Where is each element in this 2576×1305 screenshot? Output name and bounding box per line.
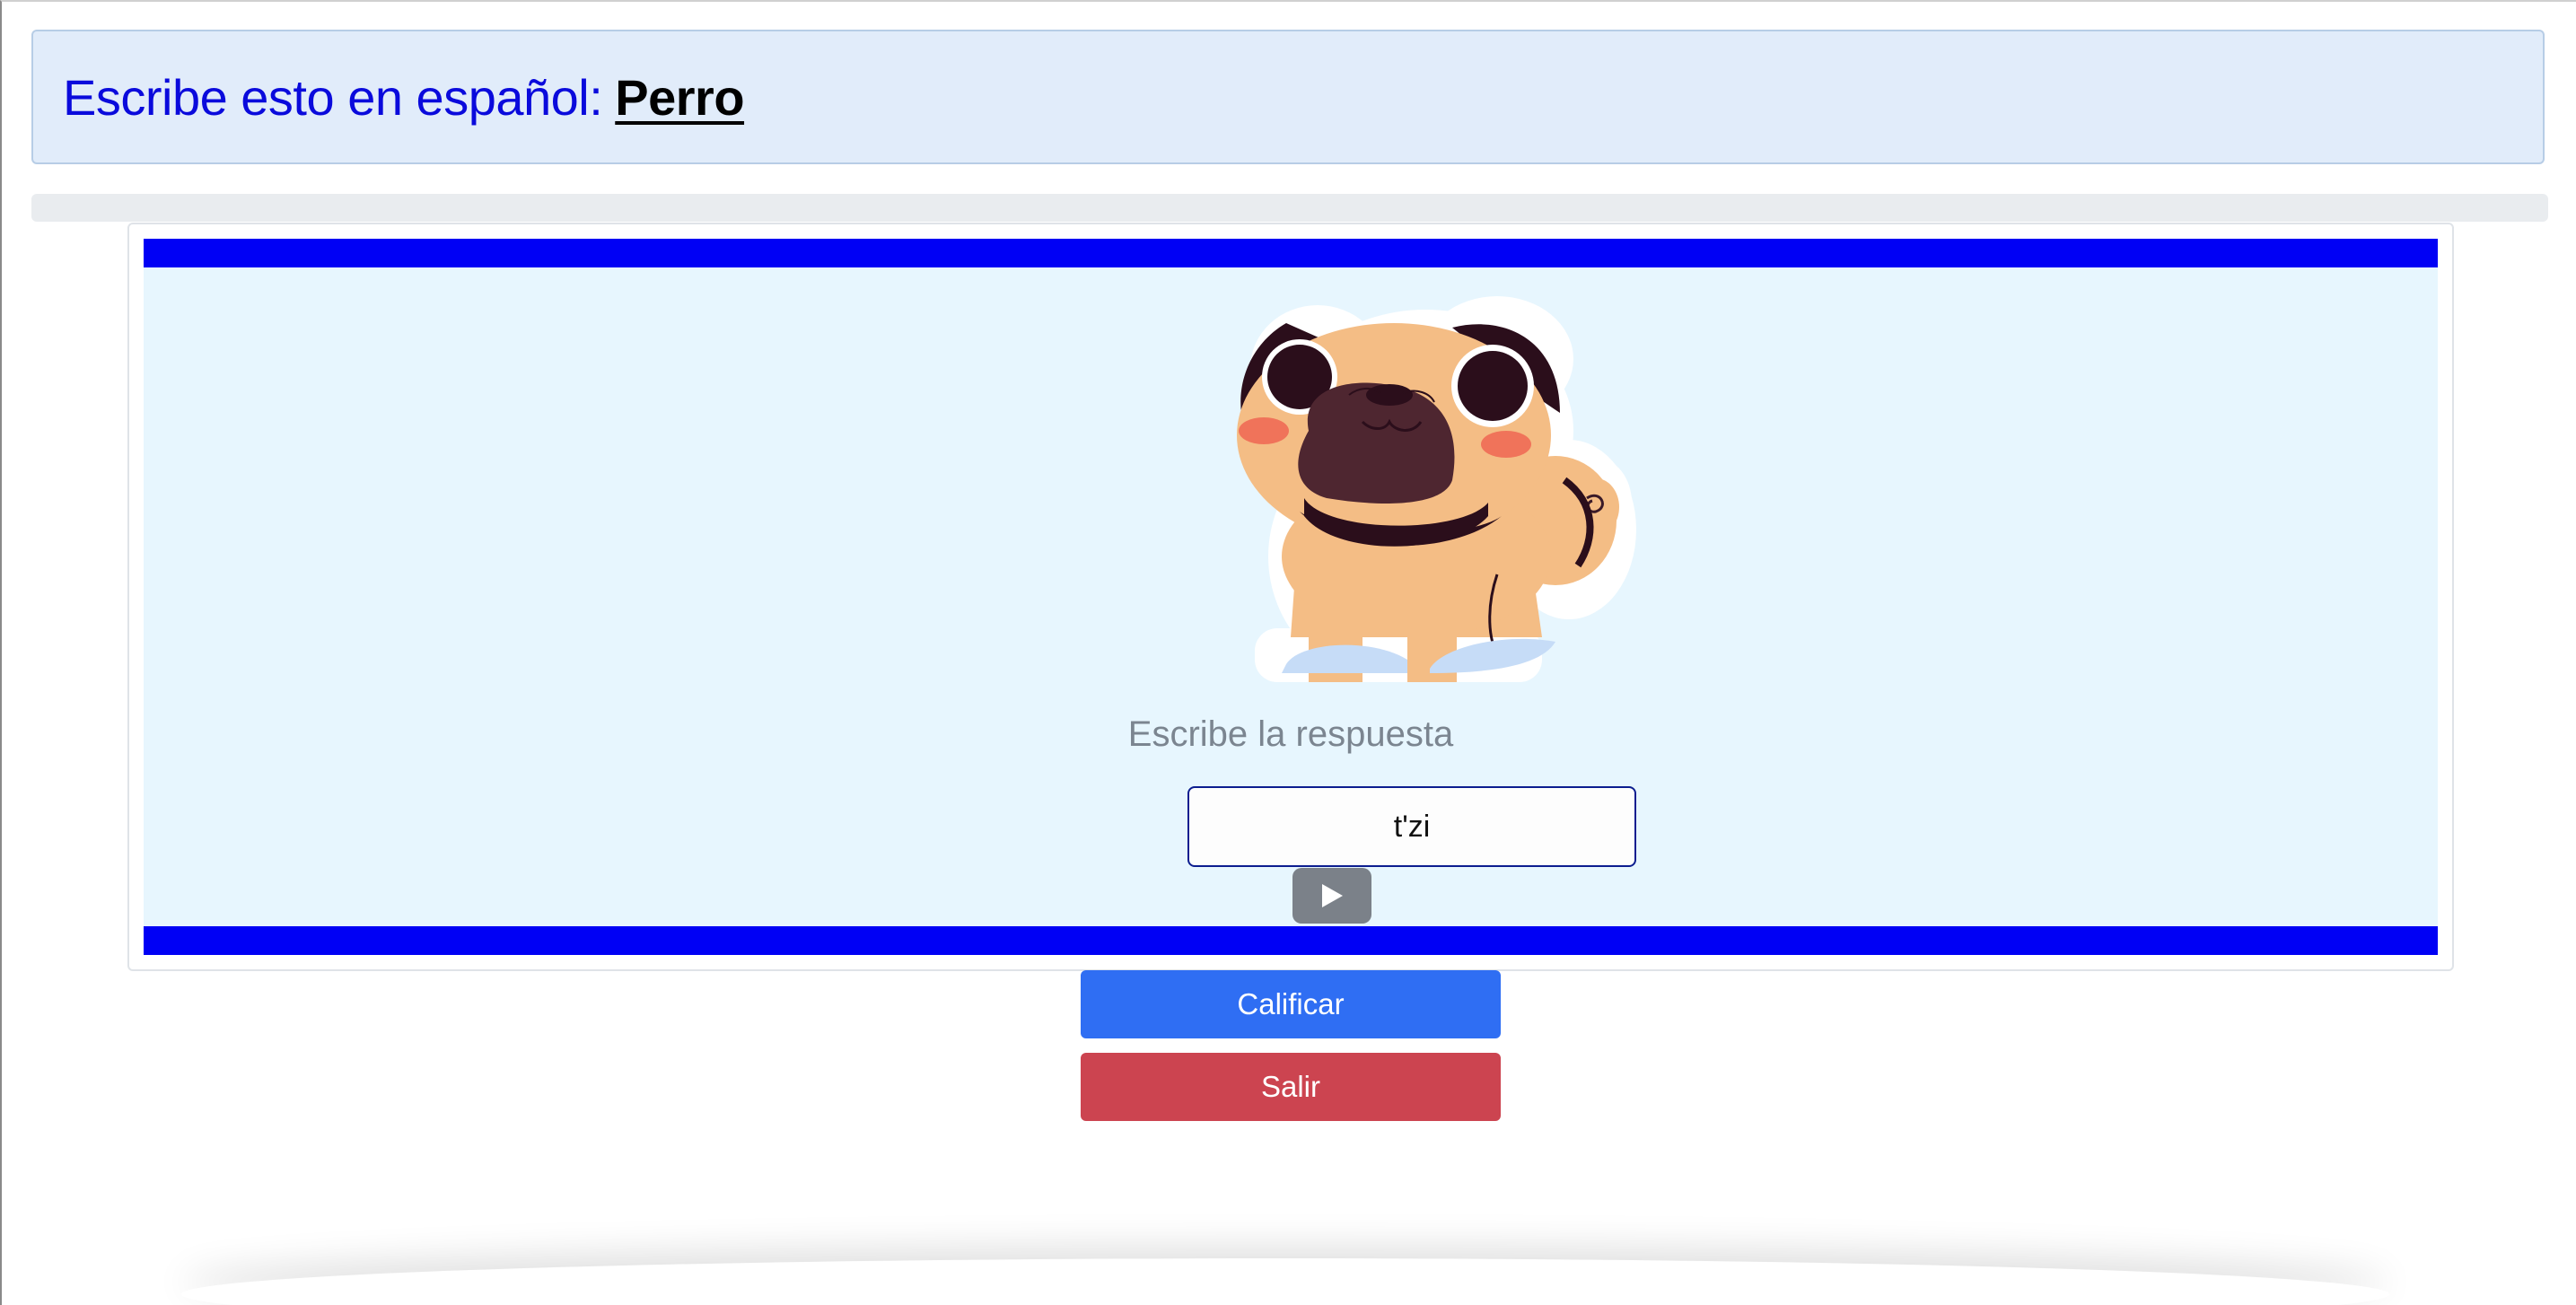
- top-band: [144, 239, 2438, 267]
- exit-button[interactable]: Salir: [1081, 1053, 1501, 1121]
- answer-label: Escribe la respuesta: [1127, 714, 1454, 754]
- quiz-page: Escribe esto en español: Perro Escribe l…: [0, 0, 2576, 1305]
- exercise-panel: Escribe la respuesta: [144, 239, 2438, 955]
- bottom-shadow: [181, 1258, 2389, 1305]
- progress-bar: [31, 194, 2548, 222]
- play-audio-button[interactable]: [1292, 868, 1371, 924]
- prompt-text: Escribe esto en español: Perro: [63, 68, 745, 127]
- answer-input[interactable]: [1187, 786, 1636, 867]
- grade-button[interactable]: Calificar: [1081, 970, 1501, 1038]
- prompt-header: Escribe esto en español: Perro: [31, 30, 2545, 164]
- bottom-band: [144, 926, 2438, 955]
- play-icon: [1322, 884, 1343, 907]
- prompt-instruction: Escribe esto en español:: [63, 68, 603, 126]
- pug-dog-image: [1237, 296, 1636, 682]
- exercise-card: Escribe la respuesta: [127, 223, 2454, 971]
- prompt-word: Perro: [615, 68, 745, 126]
